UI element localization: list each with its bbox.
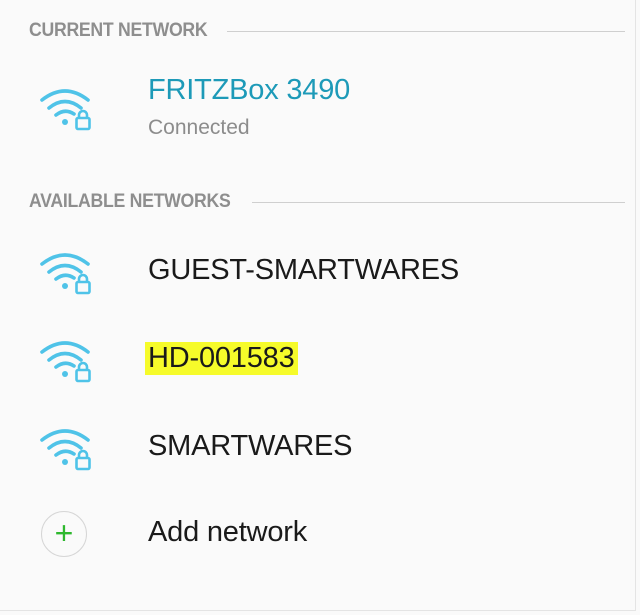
network-item[interactable]: GUEST-SMARTWARES — [0, 232, 636, 312]
wifi-networks-panel: CURRENT NETWORK FRITZBox 3490 Connected … — [0, 0, 636, 611]
add-network-button[interactable]: + Add network — [0, 494, 636, 574]
network-item[interactable]: HD-001583 — [0, 320, 636, 400]
wifi-lock-icon — [38, 336, 96, 384]
network-item[interactable]: SMARTWARES — [0, 408, 636, 488]
available-networks-header: AVAILABLE NETWORKS — [29, 189, 625, 215]
current-network-header: CURRENT NETWORK — [29, 18, 625, 44]
header-divider — [251, 201, 625, 203]
wifi-lock-icon — [38, 248, 96, 296]
current-network-header-label: CURRENT NETWORK — [29, 20, 208, 41]
plus-icon: + — [41, 511, 87, 557]
current-network-name: FRITZBox 3490 — [148, 74, 351, 106]
network-name: SMARTWARES — [148, 430, 353, 462]
network-name-highlighted: HD-001583 — [145, 342, 298, 375]
header-divider — [226, 30, 625, 32]
available-networks-header-label: AVAILABLE NETWORKS — [29, 191, 231, 212]
current-network-status: Connected — [148, 116, 250, 139]
network-name: GUEST-SMARTWARES — [148, 254, 459, 286]
wifi-lock-icon — [38, 424, 96, 472]
wifi-lock-icon — [38, 84, 96, 132]
current-network-item[interactable]: FRITZBox 3490 Connected — [0, 68, 636, 154]
add-network-label: Add network — [148, 516, 307, 548]
